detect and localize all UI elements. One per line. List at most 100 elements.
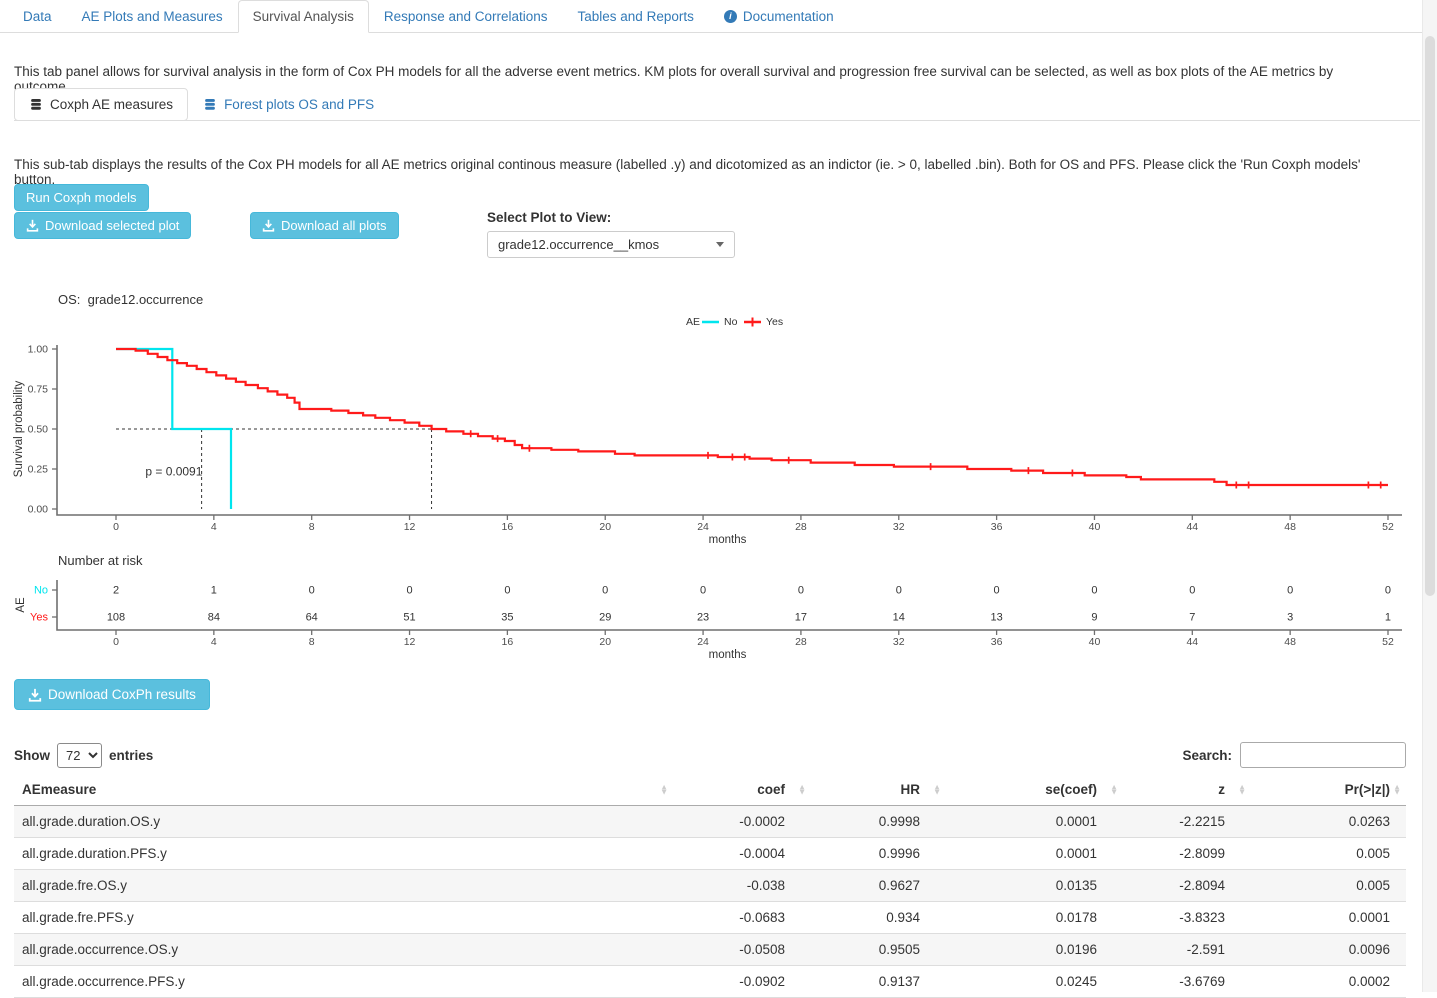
sub-tab-bar: Coxph AE measures Forest plots OS and PF… [14,88,1420,121]
download-selected-plot-button[interactable]: Download selected plot [14,212,191,239]
value-cell: 0.0263 [1251,806,1406,838]
scrollbar-thumb[interactable] [1425,36,1435,596]
svg-text:12: 12 [404,521,416,533]
value-cell: -0.0004 [673,838,811,870]
table-row: all.grade.duration.PFS.y-0.00040.99960.0… [14,838,1406,870]
value-cell: 0.0196 [946,934,1123,966]
svg-text:0: 0 [113,636,119,648]
col-label: AEmeasure [22,782,96,797]
svg-text:months: months [709,649,747,661]
svg-text:20: 20 [599,521,611,533]
col-hr[interactable]: HR▲▼ [811,774,946,806]
col-label: z [1218,782,1225,797]
value-cell: -0.038 [673,870,811,902]
svg-text:1.00: 1.00 [28,344,49,356]
svg-text:0: 0 [700,585,706,597]
col-aemeasure[interactable]: AEmeasure▲▼ [14,774,673,806]
plot-select-value: grade12.occurrence__kmos [498,237,659,252]
value-cell: 0.0135 [946,870,1123,902]
svg-text:AE: AE [15,597,27,613]
subtab-label: Coxph AE measures [50,97,173,112]
svg-text:52: 52 [1382,636,1394,648]
col-coef[interactable]: coef▲▼ [673,774,811,806]
svg-text:40: 40 [1089,636,1101,648]
svg-text:24: 24 [697,521,709,533]
download-all-plots-button[interactable]: Download all plots [250,212,399,239]
col-label: Pr(>|z|) [1345,782,1390,797]
risk-table-title: Number at risk [58,553,143,568]
tab-ae-plots-and-measures[interactable]: AE Plots and Measures [67,0,238,33]
svg-text:0: 0 [994,585,1000,597]
svg-text:29: 29 [599,612,611,624]
value-cell: 0.0096 [1251,934,1406,966]
search-input[interactable] [1240,742,1406,768]
svg-text:8: 8 [309,636,315,648]
tab-label: Survival Analysis [253,9,354,24]
download-coxph-results-button[interactable]: Download CoxPh results [14,679,210,710]
svg-text:2: 2 [113,585,119,597]
plot-select-dropdown[interactable]: grade12.occurrence__kmos [487,231,735,258]
value-cell: -0.0508 [673,934,811,966]
tab-label: Tables and Reports [578,9,694,24]
svg-text:9: 9 [1091,612,1097,624]
subtab-coxph-ae-measures[interactable]: Coxph AE measures [14,88,188,121]
value-cell: 0.0001 [1251,902,1406,934]
aemeasure-cell: all.grade.fre.PFS.y [14,902,673,934]
value-cell: -2.8099 [1123,838,1251,870]
svg-text:7: 7 [1189,612,1195,624]
km-plot: AENoYesp = 0.009104812162024283236404448… [0,312,1410,547]
plot-select-group: Select Plot to View: grade12.occurrence_… [487,210,735,258]
subtab-forest-plots-os-pfs[interactable]: Forest plots OS and PFS [188,88,389,121]
svg-text:36: 36 [991,636,1003,648]
value-cell: 0.934 [811,902,946,934]
tab-label: AE Plots and Measures [82,9,223,24]
svg-text:35: 35 [501,612,513,624]
svg-text:84: 84 [208,612,220,624]
button-label: Download CoxPh results [48,687,196,702]
tab-tables-and-reports[interactable]: Tables and Reports [563,0,709,33]
table-row: all.grade.occurrence.PFS.y-0.09020.91370… [14,966,1406,998]
plot-select-label: Select Plot to View: [487,210,735,225]
col-z[interactable]: z ▲▼ [1123,774,1251,806]
search-label: Search: [1182,748,1232,763]
sort-icon: ▲▼ [1110,784,1118,795]
sort-icon: ▲▼ [1238,784,1246,795]
table-controls: Show 72 entries Search: [14,742,1406,768]
svg-text:8: 8 [309,521,315,533]
value-cell: 0.0001 [946,806,1123,838]
svg-text:0: 0 [1385,585,1391,597]
scrollbar-track[interactable] [1422,0,1437,992]
tab-response-and-correlations[interactable]: Response and Correlations [369,0,563,33]
tab-data[interactable]: Data [8,0,67,33]
tab-documentation[interactable]: i Documentation [709,0,849,33]
number-at-risk-table: No21000000000000Yes108846451352923171413… [0,572,1410,667]
subtab-label: Forest plots OS and PFS [224,97,374,112]
svg-text:64: 64 [306,612,318,624]
value-cell: -3.6769 [1123,966,1251,998]
svg-text:0: 0 [406,585,412,597]
svg-text:4: 4 [211,636,217,648]
svg-text:24: 24 [697,636,709,648]
svg-text:48: 48 [1284,636,1296,648]
subtab-description: This sub-tab displays the results of the… [14,157,1392,187]
svg-text:28: 28 [795,636,807,648]
value-cell: -0.0002 [673,806,811,838]
download-icon [28,688,42,702]
col-pr-z[interactable]: Pr(>|z|)▲▼ [1251,774,1406,806]
run-coxph-models-button[interactable]: Run Coxph models [14,184,149,211]
table-row: all.grade.duration.OS.y-0.00020.99980.00… [14,806,1406,838]
svg-text:4: 4 [211,521,217,533]
svg-text:1: 1 [1385,612,1391,624]
tab-survival-analysis[interactable]: Survival Analysis [238,0,369,33]
value-cell: -3.8323 [1123,902,1251,934]
svg-text:16: 16 [502,636,514,648]
main-tab-bar: Data AE Plots and Measures Survival Anal… [0,0,1437,33]
entries-select[interactable]: 72 [57,743,102,768]
col-secoef[interactable]: se(coef)▲▼ [946,774,1123,806]
aemeasure-cell: all.grade.duration.PFS.y [14,838,673,870]
info-icon: i [724,10,737,23]
table-row: all.grade.fre.OS.y-0.0380.96270.0135-2.8… [14,870,1406,902]
value-cell: 0.0178 [946,902,1123,934]
value-cell: 0.9996 [811,838,946,870]
svg-text:48: 48 [1284,521,1296,533]
